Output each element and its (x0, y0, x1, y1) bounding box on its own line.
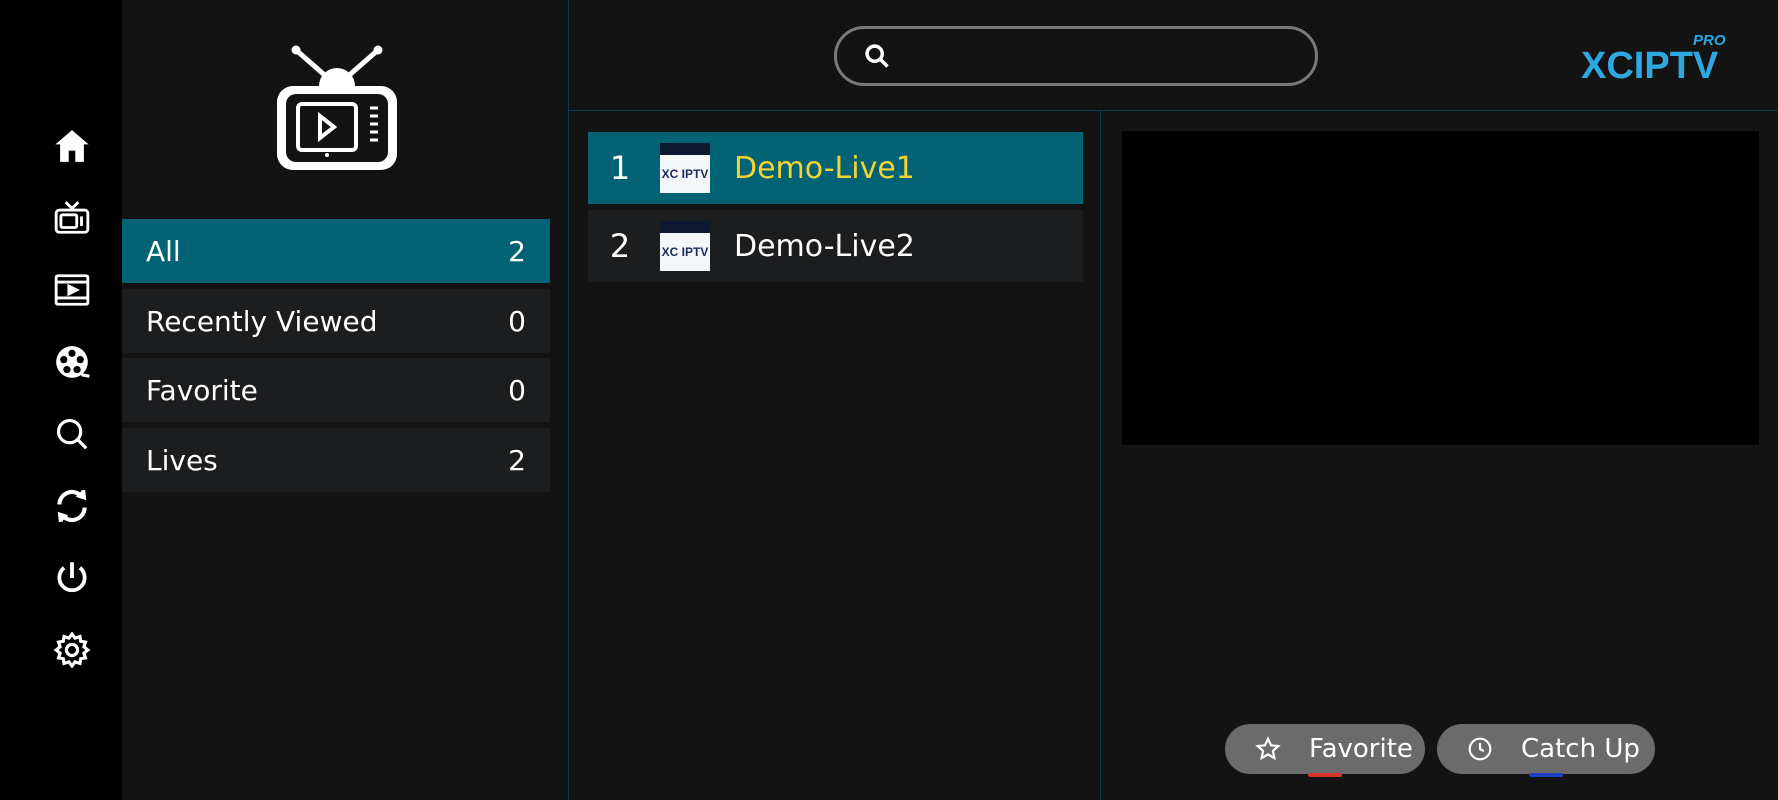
live-tv-logo-icon (277, 45, 397, 170)
category-count: 0 (508, 304, 526, 338)
rail-series[interactable] (41, 335, 103, 389)
category-favorite[interactable]: Favorite 0 (122, 358, 550, 422)
top-header: XCIPTV PRO (569, 0, 1778, 111)
live-tv-icon (54, 201, 90, 234)
refresh-icon (57, 489, 87, 523)
blue-key-indicator (1529, 773, 1563, 777)
category-count: 0 (508, 373, 526, 407)
rail-power[interactable] (41, 551, 103, 605)
settings-icon (53, 631, 91, 669)
search-icon (56, 418, 88, 450)
category-count: 2 (508, 443, 526, 477)
iptv-app: All 2 Recently Viewed 0 Favorite 0 Lives… (0, 0, 1778, 800)
rail-search[interactable] (41, 407, 103, 461)
search-icon (865, 44, 889, 68)
movies-icon (54, 274, 90, 306)
catch-up-button[interactable]: Catch Up (1437, 724, 1655, 777)
red-key-indicator (1308, 773, 1342, 777)
search-input[interactable] (905, 42, 1285, 70)
channel-list: 1 XC IPTV Demo-Live1 2 XC IPTV Demo-Live… (569, 111, 1101, 800)
category-label: Lives (146, 443, 218, 477)
series-reel-icon (56, 346, 90, 378)
favorite-button[interactable]: Favorite (1225, 724, 1425, 777)
xciptv-pro-logo: XCIPTV PRO (1581, 32, 1726, 85)
rail-refresh[interactable] (41, 479, 103, 533)
video-preview[interactable] (1122, 131, 1759, 445)
category-lives[interactable]: Lives 2 (122, 428, 550, 492)
favorite-label: Favorite (1309, 734, 1413, 764)
category-label: All (146, 234, 181, 268)
catch-up-label: Catch Up (1521, 734, 1640, 764)
channel-name: Demo-Live2 (734, 228, 915, 264)
category-count: 2 (508, 234, 526, 268)
rail-settings[interactable] (41, 623, 103, 677)
clock-icon (1468, 737, 1492, 761)
channel-item[interactable]: 2 XC IPTV Demo-Live2 (588, 210, 1083, 282)
rail-home[interactable] (41, 119, 103, 173)
category-panel: All 2 Recently Viewed 0 Favorite 0 Lives… (122, 0, 569, 800)
rail-movies[interactable] (41, 263, 103, 317)
channel-number: 2 (609, 227, 631, 265)
category-all[interactable]: All 2 (122, 219, 550, 283)
channel-number: 1 (609, 149, 631, 187)
star-icon (1255, 736, 1281, 761)
channel-name: Demo-Live1 (734, 150, 915, 186)
channel-item[interactable]: 1 XC IPTV Demo-Live1 (588, 132, 1083, 204)
svg-text:XCIPTV: XCIPTV (1581, 45, 1719, 85)
svg-text:PRO: PRO (1693, 32, 1726, 49)
category-recently-viewed[interactable]: Recently Viewed 0 (122, 289, 550, 353)
power-icon (57, 562, 87, 593)
channel-logo: XC IPTV (660, 221, 710, 271)
nav-rail (0, 0, 122, 800)
category-label: Recently Viewed (146, 304, 378, 338)
rail-live-tv[interactable] (41, 191, 103, 245)
search-bar[interactable] (834, 26, 1318, 86)
channel-logo: XC IPTV (660, 143, 710, 193)
category-label: Favorite (146, 373, 258, 407)
home-icon (55, 130, 89, 162)
